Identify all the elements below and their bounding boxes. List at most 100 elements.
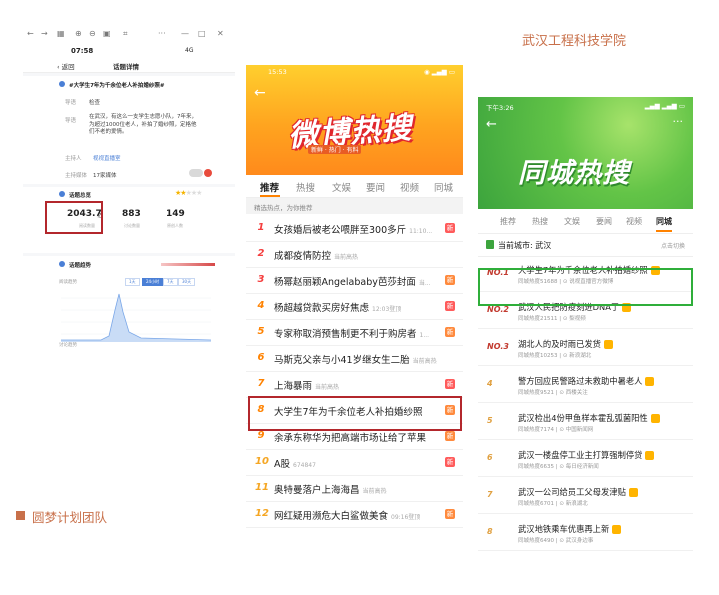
item-rank: 7 <box>257 378 265 389</box>
item-meta: 同城热度21511 | ⊙ 梨视频 <box>518 316 586 322</box>
item-meta: 同城热度6701 | ⊙ 新浪湖北 <box>518 501 588 507</box>
toggle-switch[interactable] <box>189 169 203 177</box>
minimize-icon[interactable]: — <box>181 29 189 38</box>
maximize-icon[interactable]: □ <box>198 29 206 38</box>
hot-search-item[interactable]: 7 上海暴雨 当前高热 新 <box>246 371 463 398</box>
team-label-marker <box>16 511 25 520</box>
item-tag: 新 <box>445 457 455 467</box>
item-tag: 新 <box>445 327 455 337</box>
city-hot-item[interactable]: 8 武汉地铁乘车优惠再上新 同城热度6490 | ⊙ 武汉身边事 <box>478 516 693 551</box>
more-icon[interactable]: ··· <box>673 115 684 128</box>
hot-search-item[interactable]: 10 A股 674847 新 <box>246 449 463 476</box>
item-meta: 当... <box>418 280 431 287</box>
tab-local[interactable]: 同城 <box>656 216 672 227</box>
city-hot-item[interactable]: 6 武汉一楼盘停工业主打算强制停贷 同城热度6635 | ⊙ 每日经济新闻 <box>478 442 693 477</box>
item-rank: 4 <box>487 379 493 388</box>
hot-search-item[interactable]: 1 女孩婚后被老公喂胖至300多斤 11:10... 新 <box>246 215 463 242</box>
topic-icon <box>59 81 65 87</box>
tab-hot[interactable]: 热搜 <box>296 180 315 194</box>
row-value: 检查 <box>89 100 101 106</box>
tab-recommend[interactable]: 推荐 <box>500 216 516 227</box>
crop-icon[interactable]: ⌗ <box>123 29 128 39</box>
hot-search-item[interactable]: 5 专家称取消预售制更不利于购房者 1... 新 <box>246 319 463 346</box>
tab-entertainment[interactable]: 文娱 <box>564 216 580 227</box>
row-label: 导语 <box>65 118 77 124</box>
item-title: 成都疫情防控 <box>274 251 332 262</box>
grid-icon[interactable]: ▦ <box>57 29 65 38</box>
tab-video[interactable]: 视频 <box>626 216 642 227</box>
trend-tab[interactable]: 30天 <box>178 278 196 286</box>
item-title: 奥特曼落户上海海昌 <box>274 485 360 496</box>
trend-tab[interactable]: 24小时 <box>142 278 164 286</box>
item-meta: 同城热度6490 | ⊙ 武汉身边事 <box>518 538 594 544</box>
item-title: 警方回应民警路过未救助中暑老人 <box>518 376 643 386</box>
hot-search-item[interactable]: 3 杨幂赵丽颖Angelababy芭莎封面 当... 新 <box>246 267 463 294</box>
topic-detail-screenshot: ← → ▦ ⊕ ⊖ ▣ ⌗ ··· — □ ✕ 07:58 4G ‹ 返回 话题… <box>23 24 235 348</box>
item-title-wrap: 湖北人的及时雨已发货 <box>518 338 613 350</box>
current-city: 当前城市: 武汉 <box>498 241 552 250</box>
item-title-wrap: 杨超越贷款买房好焦虑 12:03登顶 <box>274 300 401 314</box>
close-icon[interactable]: ✕ <box>217 29 224 38</box>
back-button[interactable]: ‹ 返回 <box>57 61 75 71</box>
item-title: 武汉一楼盘停工业主打算强制停贷 <box>518 450 643 460</box>
back-arrow-icon[interactable]: ← <box>486 117 497 132</box>
weibo-highlight-box <box>248 396 462 431</box>
item-rank: 10 <box>255 456 269 467</box>
trend-label: 阅读趋势 <box>59 280 77 285</box>
city-banner: 下午3:26 ▂▄▆ ▂▄▆ ▭ ← ··· 同城热搜 <box>478 97 693 209</box>
city-hot-item[interactable]: 7 武汉一公司给员工父母发津贴 同城热度6701 | ⊙ 新浪湖北 <box>478 479 693 514</box>
item-meta: 当前高热 <box>362 488 387 495</box>
hot-search-item[interactable]: 6 马斯克父亲与小41岁继女生二胎 当前高热 <box>246 345 463 372</box>
tab-entertainment[interactable]: 文娱 <box>332 180 351 194</box>
tab-hot[interactable]: 热搜 <box>532 216 548 227</box>
row-value: 在武汉，有这么一支学生志愿小队，7年来，为超过1000位老人，补拍了婚纱照，定格… <box>89 114 198 135</box>
item-title-wrap: 杨幂赵丽颖Angelababy芭莎封面 当... <box>274 274 431 288</box>
trend-tab[interactable]: 1天 <box>125 278 140 286</box>
trend-tab[interactable]: 7天 <box>163 278 178 286</box>
item-title-wrap: A股 674847 <box>274 456 316 470</box>
item-rank: 7 <box>487 490 493 499</box>
header-title: 话题详情 <box>113 63 139 71</box>
city-hot-item[interactable]: NO.3 湖北人的及时雨已发货 同城热度10253 | ⊙ 新浪湖北 <box>478 331 693 366</box>
back-arrow-icon[interactable]: ← <box>27 29 34 38</box>
topic-card: #大学生7年为千余位老人补拍婚纱照# 导语 检查 导语 在武汉，有这么一支学生志… <box>23 76 235 184</box>
tab-recommend[interactable]: 推荐 <box>260 180 279 194</box>
trend-title: 话题趋势 <box>69 263 92 269</box>
more-icon[interactable]: ··· <box>158 29 166 38</box>
hot-search-item[interactable]: 4 杨超越贷款买房好焦虑 12:03登顶 新 <box>246 293 463 320</box>
hot-search-item[interactable]: 12 网红疑用濒危大白鲨做美食 09:16登顶 新 <box>246 501 463 528</box>
item-title: 杨超越贷款买房好焦虑 <box>274 303 370 314</box>
rating-stars: ★★★★★ <box>175 189 202 197</box>
item-title: A股 <box>274 459 290 470</box>
hot-search-item[interactable]: 11 奥特曼落户上海海昌 当前高热 <box>246 475 463 502</box>
weibo-hot-search-screenshot: 15:53 ◉ ▂▄▆ ▭ ← 微博热搜 新鲜 · 热门 · 有料 推荐 热搜 … <box>246 65 463 547</box>
item-rank: 5 <box>487 416 493 425</box>
zoom-in-icon[interactable]: ⊕ <box>75 29 82 38</box>
forward-arrow-icon[interactable]: → <box>41 29 48 38</box>
tab-video[interactable]: 视频 <box>400 180 419 194</box>
status-time: 07:58 <box>71 47 94 55</box>
hot-search-item[interactable]: 2 成都疫情防控 当前高热 <box>246 241 463 268</box>
city-hot-item[interactable]: 5 武汉检出4份甲鱼样本霍乱弧菌阳性 同城热度7174 | ⊙ 中国新闻网 <box>478 405 693 440</box>
stat-label: 讨论数量 <box>124 223 140 228</box>
team-label: 圆梦计划团队 <box>32 510 108 525</box>
item-title-wrap: 警方回应民警路过未救助中暑老人 <box>518 375 655 387</box>
tab-news[interactable]: 要闻 <box>366 180 385 194</box>
trend-card: 话题趋势 阅读趋势 1天 24小时 7天 30天 讨论趋势 <box>23 256 235 348</box>
fit-icon[interactable]: ▣ <box>103 29 111 38</box>
zoom-out-icon[interactable]: ⊖ <box>89 29 96 38</box>
tab-local[interactable]: 同城 <box>434 180 453 194</box>
status-time: 15:53 <box>268 68 287 76</box>
back-arrow-icon[interactable]: ← <box>254 85 266 101</box>
item-title: 湖北人的及时雨已发货 <box>518 339 601 349</box>
item-tag <box>628 488 638 497</box>
city-hot-item[interactable]: 4 警方回应民警路过未救助中暑老人 同城热度9521 | ⊙ 西楼关注 <box>478 368 693 403</box>
city-highlight-box <box>478 268 693 306</box>
item-rank: 6 <box>487 453 493 462</box>
item-tag: 新 <box>445 223 455 233</box>
switch-city-link[interactable]: 点击切换 <box>661 241 685 250</box>
reads-highlight-box <box>45 201 103 234</box>
bottom-label: 讨论趋势 <box>59 343 77 348</box>
tab-news[interactable]: 要闻 <box>596 216 612 227</box>
city-hot-search-screenshot: 下午3:26 ▂▄▆ ▂▄▆ ▭ ← ··· 同城热搜 推荐 热搜 文娱 要闻 … <box>478 97 693 575</box>
